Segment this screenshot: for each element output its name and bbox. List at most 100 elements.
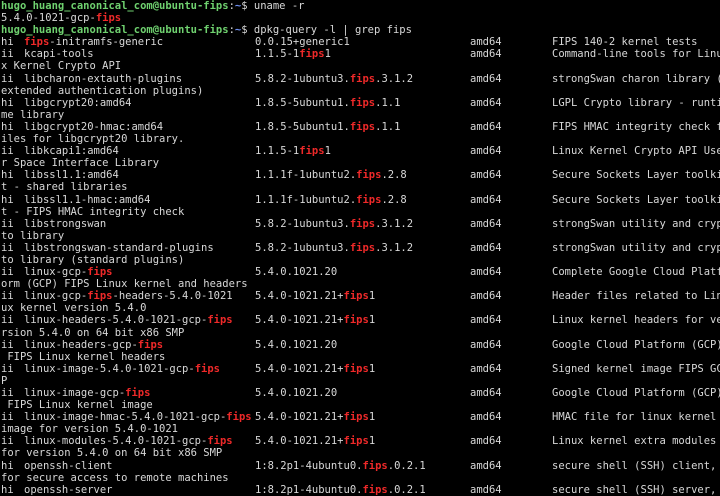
package-arch: amd64 (470, 266, 502, 279)
package-status: ii (1, 290, 14, 303)
package-status: ii (1, 266, 14, 279)
package-version: 5.4.0.1021.20 (255, 338, 338, 351)
package-version: 1:8.2p1-4ubuntu0.fips.0.2.1 (255, 483, 426, 496)
grep-match: fips (343, 290, 369, 303)
package-description: Complete Google Cloud Platf (552, 266, 720, 279)
output-text: P (1, 374, 8, 387)
package-status: hi (1, 36, 14, 49)
package-version: 5.8.2-1ubuntu3.fips.3.1.2 (255, 72, 414, 85)
package-version: 5.4.0-1021.21+fips1 (255, 290, 376, 303)
package-description: Header files related to Lin (552, 290, 720, 303)
output-line: me library (1, 109, 720, 121)
package-status: ii (1, 314, 14, 327)
package-version: 5.4.0.1021.20 (255, 387, 338, 399)
grep-match: fips (87, 290, 113, 303)
package-version: 5.4.0-1021.21+fips1 (255, 362, 376, 375)
package-status: ii (1, 72, 14, 85)
grep-match: fips (137, 338, 164, 351)
package-row: ii kcapi-tools 1.1.5-1fips1 amd64 Command-li… (1, 48, 720, 60)
package-name: libgcrypt20-hmac:amd64 (24, 120, 164, 133)
package-status: hi (1, 193, 14, 206)
package-version: 5.4.0-1021.21+fips1 (255, 435, 376, 448)
package-row: ii libkcapi1:amd64 1.1.5-1fips1 amd64 Linux … (1, 145, 720, 157)
package-description: strongSwan utility and cryp (552, 241, 720, 254)
package-row: ii linux-gcp-fips 5.4.0.1021.20 amd64 Comple… (1, 266, 720, 278)
output-text: to library (1, 229, 65, 242)
package-arch: amd64 (470, 483, 502, 496)
package-name: libstrongswan (24, 217, 107, 230)
package-description: Secure Sockets Layer toolki (552, 193, 720, 206)
package-row: ii linux-gcp-fips-headers-5.4.0-1021 5.4.0… (1, 290, 720, 302)
package-arch: amd64 (470, 362, 502, 375)
package-version: 5.8.2-1ubuntu3.fips.3.1.2 (255, 241, 414, 254)
package-description: FIPS HMAC integrity check f (552, 120, 720, 133)
grep-match: fips (343, 362, 369, 375)
package-name: libssl1.1:amd64 (24, 169, 119, 182)
package-description: Command-line tools for Linux (552, 48, 720, 61)
package-arch: amd64 (470, 314, 502, 327)
package-row: hi libssl1.1-hmac:amd64 1.1.1f-1ubuntu2.fi… (1, 194, 720, 206)
output-text: 5.4.0-1021-gcp-fips (1, 12, 122, 25)
package-name: libssl1.1-hmac:amd64 (24, 193, 151, 206)
prompt-line: hugo_huang_canonical_com@ubuntu-fips:~$ … (1, 24, 720, 36)
package-row: ii linux-headers-5.4.0-1021-gcp-fips 5.4.0… (1, 314, 720, 326)
package-status: ii (1, 387, 14, 399)
grep-match: fips (349, 217, 376, 230)
grep-match: fips (343, 435, 369, 448)
prompt-line: hugo_huang_canonical_com@ubuntu-fips:~$ … (1, 0, 720, 12)
grep-match: fips (226, 411, 252, 424)
package-row: ii libcharon-extauth-plugins 5.8.2-1ubuntu… (1, 73, 720, 85)
package-row: ii linux-image-hmac-5.4.0-1021-gcp-fips 5.… (1, 411, 720, 423)
output-text: for version 5.4.0 on 64 bit x86 SMP (1, 447, 223, 460)
output-text: rsion 5.4.0 on 64 bit x86 SMP (1, 326, 185, 339)
package-version: 1.1.1f-1ubuntu2.fips.2.8 (255, 193, 407, 206)
output-text: orm (GCP) FIPS Linux kernel and headers (1, 278, 248, 291)
grep-match: fips (207, 435, 233, 448)
package-status: ii (1, 435, 14, 448)
output-text: t - shared libraries (1, 181, 128, 194)
package-name: linux-headers-gcp-fips (24, 338, 164, 351)
package-status: hi (1, 459, 14, 472)
package-description: secure shell (SSH) server, (552, 483, 720, 496)
package-row: hi libgcrypt20-hmac:amd64 1.8.5-5ubuntu1.f… (1, 121, 720, 133)
grep-match: fips (194, 362, 220, 375)
package-arch: amd64 (470, 36, 502, 49)
output-line: t - shared libraries (1, 181, 720, 193)
output-text: t - FIPS HMAC integrity check (1, 205, 185, 218)
package-description: Google Cloud Platform (GCP) (552, 387, 720, 399)
package-name: linux-headers-5.4.0-1021-gcp-fips (24, 314, 233, 327)
output-line: extended authentication plugins) (1, 85, 720, 97)
output-line: P (1, 375, 720, 387)
package-version: 1.8.5-5ubuntu1.fips.1.1 (255, 120, 401, 133)
package-version: 1.1.5-1fips1 (255, 145, 331, 158)
package-name: linux-modules-5.4.0-1021-gcp-fips (24, 435, 233, 448)
package-status: hi (1, 169, 14, 182)
package-arch: amd64 (470, 120, 502, 133)
output-line: for secure access to remote machines (1, 472, 720, 484)
package-description: strongSwan utility and cryp (552, 217, 720, 230)
package-arch: amd64 (470, 435, 502, 448)
package-description: Secure Sockets Layer toolki (552, 169, 720, 182)
grep-match: fips (349, 241, 376, 254)
package-name: kcapi-tools (24, 48, 94, 61)
grep-match: fips (343, 411, 369, 424)
package-arch: amd64 (470, 411, 502, 424)
package-row: hi libssl1.1:amd64 1.1.1f-1ubuntu2.fips.2.… (1, 169, 720, 181)
prompt-user-host: hugo_huang_canonical_com@ubuntu-fips (1, 24, 229, 37)
output-text: me library (1, 108, 65, 121)
package-arch: amd64 (470, 96, 502, 109)
package-name: linux-image-hmac-5.4.0-1021-gcp-fips (24, 411, 252, 424)
output-text: for secure access to remote machines (1, 471, 229, 484)
package-description: LGPL Crypto library - runti (552, 96, 720, 109)
package-version: 1:8.2p1-4ubuntu0.fips.0.2.1 (255, 459, 426, 472)
package-status: ii (1, 411, 14, 424)
prompt-user-host: hugo_huang_canonical_com@ubuntu-fips (1, 0, 229, 12)
package-row: hi fips-initramfs-generic 0.0.15+generic1 a… (1, 36, 720, 48)
package-description: secure shell (SSH) client, (552, 459, 720, 472)
terminal-window[interactable]: hugo_huang_canonical_com@ubuntu-fips:~$ … (0, 0, 720, 496)
package-status: ii (1, 217, 14, 230)
package-description: FIPS 140-2 kernel tests (552, 36, 698, 49)
output-text: x Kernel Crypto API (1, 60, 122, 73)
package-status: ii (1, 145, 14, 158)
output-text: iles for libgcrypt20 library. (1, 133, 185, 146)
